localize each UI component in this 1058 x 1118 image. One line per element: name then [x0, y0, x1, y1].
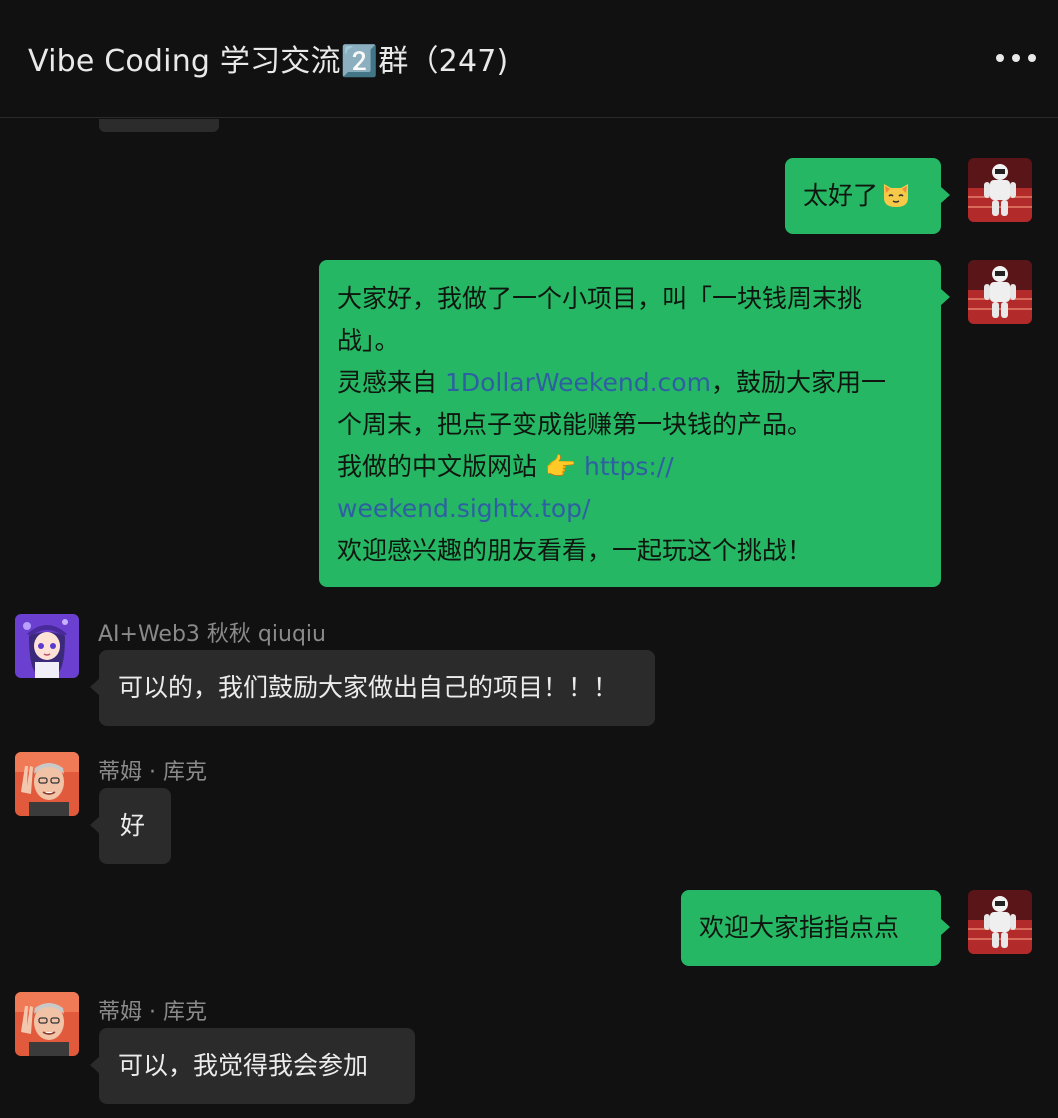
- sender-name: 蒂姆 · 库克: [98, 1000, 207, 1025]
- message-line: 灵感来自 1DollarWeekend.com，鼓励大家用一: [337, 368, 886, 397]
- tim-cook-avatar[interactable]: [15, 752, 79, 816]
- message-bubble[interactable]: 欢迎大家指指点点: [681, 890, 950, 966]
- previous-message-bubble: [99, 119, 219, 132]
- message-text: 可以的，我们鼓励大家做出自己的项目！！！: [118, 673, 619, 702]
- message-list[interactable]: 太好了 大家好，我做了一个小项目，叫「一块钱周末挑 战」。 灵感来自 1Doll…: [0, 119, 1058, 1118]
- message-text: 太好了: [803, 181, 879, 210]
- link-1dollarweekend[interactable]: 1DollarWeekend.com: [445, 368, 711, 397]
- sender-name: 蒂姆 · 库克: [98, 760, 207, 785]
- message-line: 欢迎感兴趣的朋友看看，一起玩这个挑战！: [337, 536, 813, 565]
- message-bubble[interactable]: 太好了: [785, 158, 950, 234]
- my-avatar[interactable]: [968, 890, 1032, 954]
- link-weekend-site[interactable]: https://: [584, 452, 674, 481]
- message-line: 大家好，我做了一个小项目，叫「一块钱周末挑: [337, 284, 863, 313]
- chat-window: Vibe Coding 学习交流2️⃣群（247) 太好了 大家好，我做了一个小…: [0, 0, 1058, 1118]
- qiuqiu-avatar[interactable]: [15, 614, 79, 678]
- more-options-icon[interactable]: [996, 50, 1036, 66]
- sender-name: AI+Web3 秋秋 qiuqiu: [98, 622, 326, 647]
- chat-header: Vibe Coding 学习交流2️⃣群（247): [0, 0, 1058, 118]
- message-text: 欢迎大家指指点点: [699, 913, 900, 942]
- message-text: 可以，我觉得我会参加: [118, 1051, 369, 1080]
- message-bubble[interactable]: 可以的，我们鼓励大家做出自己的项目！！！: [90, 650, 655, 726]
- message-bubble[interactable]: 可以，我觉得我会参加: [90, 1028, 415, 1104]
- my-avatar[interactable]: [968, 260, 1032, 324]
- message-bubble[interactable]: 大家好，我做了一个小项目，叫「一块钱周末挑 战」。 灵感来自 1DollarWe…: [319, 260, 950, 587]
- message-line: 个周末，把点子变成能赚第一块钱的产品。: [337, 410, 813, 439]
- cat-face-emoji-icon: [884, 184, 909, 207]
- message-line: 我做的中文版网站 👉 https://: [337, 452, 674, 481]
- message-line: 战」。: [337, 326, 400, 355]
- tim-cook-avatar[interactable]: [15, 992, 79, 1056]
- message-text: 好: [120, 811, 146, 840]
- my-avatar[interactable]: [968, 158, 1032, 222]
- group-title: Vibe Coding 学习交流2️⃣群（247): [28, 44, 509, 79]
- link-weekend-site[interactable]: weekend.sightx.top/: [337, 488, 923, 530]
- message-bubble[interactable]: 好: [90, 788, 171, 864]
